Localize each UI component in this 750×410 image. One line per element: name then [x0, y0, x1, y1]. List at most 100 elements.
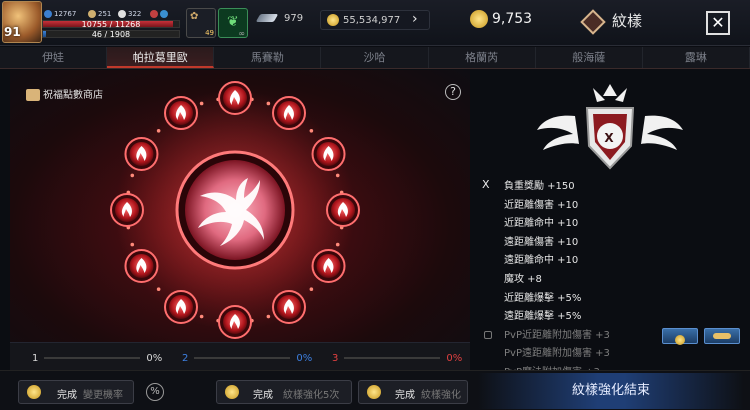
player-level: 91 — [4, 25, 21, 39]
emblem-ring — [110, 81, 360, 339]
btn3-label: 紋樣強化 — [421, 390, 461, 401]
token-coin-icon — [675, 334, 685, 345]
rank-emblem — [537, 84, 683, 170]
progress-1: 1 0% — [32, 353, 162, 364]
stat-c-value: 322 — [128, 10, 142, 18]
emblem-node[interactable] — [218, 81, 252, 115]
emblem-node[interactable] — [311, 137, 346, 171]
ring-dot — [199, 101, 204, 106]
tab-1[interactable]: 伊娃 — [0, 47, 108, 68]
enhance-5x-button[interactable]: 完成 紋樣強化5次 — [216, 380, 352, 404]
tab-6[interactable]: 般海薩 — [536, 47, 643, 68]
attribute-list: 負重獎勵 +150 近距離傷害 +10 近距離命中 +10 遠距離傷害 +10 遠距離命… — [504, 178, 610, 383]
ring-dot — [156, 129, 161, 133]
stat-a-value: 12767 — [54, 10, 77, 18]
token-icon — [470, 10, 488, 28]
progress-2-value: 0% — [296, 353, 313, 364]
emblem-node[interactable] — [326, 193, 360, 227]
ring-dot — [335, 173, 340, 178]
btn2-label: 紋樣強化5次 — [283, 390, 340, 401]
progress-2-index: 2 — [182, 353, 189, 364]
btn1-label: 變更機率 — [83, 390, 123, 401]
btn2-done: 完成 — [253, 390, 273, 401]
tab-4[interactable]: 沙哈 — [321, 47, 429, 68]
enhance-button[interactable]: 完成 紋樣強化 — [358, 380, 468, 404]
emblem-node[interactable] — [124, 249, 159, 283]
ring-dot — [130, 242, 135, 247]
end-enhance-button[interactable]: 紋樣強化結束 — [478, 373, 744, 409]
attribute-item: PvP遠距離附加傷害 +3 — [504, 348, 610, 360]
emblem-node[interactable] — [218, 305, 252, 339]
attribute-item: 負重獎勵 +150 — [504, 181, 575, 192]
gold-value: 55,534,977 — [343, 15, 401, 26]
btn3-done: 完成 — [395, 390, 415, 401]
token-button[interactable] — [662, 328, 698, 345]
chevron-right-icon[interactable]: › — [412, 11, 418, 27]
stat-d — [150, 10, 170, 18]
stat-b: 251 — [88, 10, 111, 18]
leaf-icon: ❦ — [227, 14, 239, 30]
stat-b-icon — [88, 10, 96, 18]
mp-bar: 46 / 1908 — [42, 30, 180, 39]
ring-dot — [309, 129, 314, 133]
tab-7[interactable]: 露琳 — [643, 47, 750, 68]
stat-b-value: 251 — [98, 10, 112, 18]
emblem-node[interactable] — [272, 289, 306, 324]
emblem-node[interactable] — [110, 193, 144, 227]
emblem-node[interactable] — [164, 289, 198, 324]
shop-icon — [26, 89, 40, 101]
attribute-item: PvP近距離附加傷害 +3 — [504, 329, 610, 341]
close-button[interactable]: ✕ — [706, 11, 730, 35]
emblem-node[interactable] — [164, 96, 198, 131]
stat-a-icon — [44, 10, 52, 18]
bottom-bar: 完成 變更機率 % 完成 紋樣強化5次 完成 紋樣強化 紋樣強化結束 — [0, 370, 750, 410]
page-title: 紋樣 — [580, 8, 642, 35]
stat-c: 322 — [118, 10, 141, 18]
progress-row: 1 0% 2 0% 3 0% — [10, 342, 470, 370]
feather-currency: 979 — [255, 13, 304, 24]
attribute-item: 遠距離爆擊 +5% — [504, 311, 582, 323]
emblem-node[interactable] — [272, 96, 306, 131]
key-icon — [713, 333, 731, 339]
gold-currency: 55,534,977 — [327, 14, 400, 26]
tab-3[interactable]: 馬賽勒 — [214, 47, 322, 68]
progress-2: 2 0% — [182, 353, 312, 364]
attribute-item: 遠距離命中 +10 — [504, 255, 579, 267]
attribute-item: 魔攻 +8 — [504, 273, 542, 285]
buff-slot[interactable]: ❦ ∞ — [218, 8, 248, 38]
ring-dot — [266, 101, 271, 106]
emblem-icon — [580, 8, 606, 35]
ring-dot — [199, 314, 204, 319]
progress-1-index: 1 — [32, 353, 39, 364]
token-currency: 9,753 — [470, 10, 532, 28]
emblem-node[interactable] — [124, 137, 159, 171]
attribute-mark: X — [482, 178, 490, 191]
ring-dot — [335, 242, 340, 247]
emblem-node[interactable] — [311, 249, 346, 283]
top-bar: 91 12767 251 322 10755 / 11268 46 / 1908… — [0, 0, 750, 46]
stat-d-icon — [150, 10, 158, 18]
percent-icon[interactable]: % — [146, 383, 164, 401]
attribute-item: 遠距離傷害 +10 — [504, 236, 579, 248]
key-button[interactable] — [704, 328, 740, 344]
hp-text: 10755 / 11268 — [81, 20, 141, 29]
progress-3: 3 0% — [332, 353, 462, 364]
stat-a: 12767 — [44, 10, 76, 18]
tab-5[interactable]: 格蘭芮 — [429, 47, 536, 68]
feather-value: 979 — [284, 13, 304, 24]
change-probability-button[interactable]: 完成 變更機率 — [18, 380, 134, 404]
lock-icon — [484, 331, 492, 339]
attribute-item: 近距離爆擊 +5% — [504, 292, 582, 304]
gear-icon: ✿ — [190, 11, 199, 22]
cost-coin-icon-2 — [225, 385, 239, 399]
tab-2[interactable]: 帕拉葛里歐 — [107, 47, 215, 68]
help-icon[interactable]: ? — [445, 84, 461, 100]
tab-bar: 伊娃 帕拉葛里歐 馬賽勒 沙哈 格蘭芮 般海薩 露琳 — [0, 47, 750, 69]
token-value: 9,753 — [492, 11, 533, 27]
progress-3-index: 3 — [332, 353, 339, 364]
slot-count: 49 — [205, 29, 214, 37]
progress-2-bar — [194, 357, 291, 359]
progress-1-bar — [44, 357, 141, 359]
inventory-slot[interactable]: ✿ 49 — [186, 8, 216, 38]
progress-1-value: 0% — [146, 353, 163, 364]
